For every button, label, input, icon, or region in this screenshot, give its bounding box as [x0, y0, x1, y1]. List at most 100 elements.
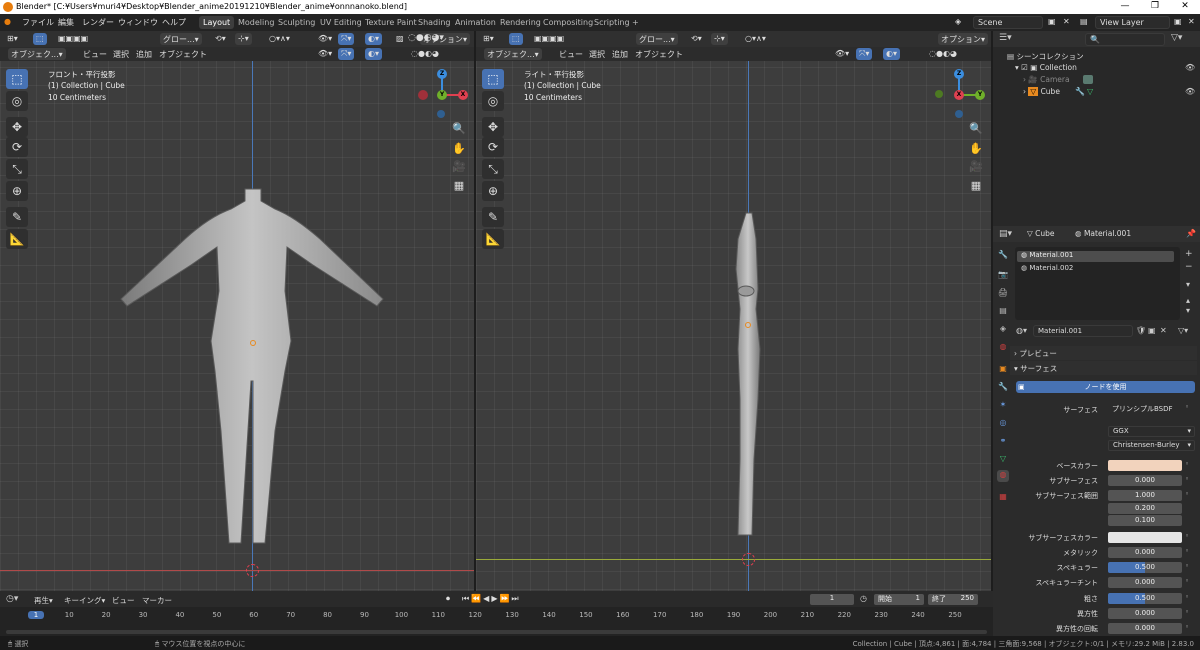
particles-tab-icon[interactable]: ✶	[997, 400, 1009, 412]
menu-help[interactable]: ヘルプ	[162, 17, 186, 28]
solid-shading-icon[interactable]: ◌●◐◕	[408, 48, 442, 60]
select-menu-right[interactable]: 選択	[586, 48, 608, 60]
select-menu[interactable]: 選択	[110, 48, 132, 60]
tool-annotate-icon-right[interactable]: ✎	[482, 207, 504, 227]
menu-window[interactable]: ウィンドウ	[118, 17, 158, 28]
outliner-item-camera[interactable]: › 🎥 Camera	[1023, 75, 1070, 84]
tool-cursor-icon-right[interactable]: ◎	[482, 91, 504, 111]
perspective-grid-icon[interactable]: ▦	[451, 178, 467, 194]
snap-icon-right[interactable]: ⊹▾	[711, 33, 728, 45]
gizmo-z-dot-right[interactable]: Z	[954, 69, 964, 79]
use-nodes-button[interactable]: ▣ ノードを使用	[1016, 381, 1195, 393]
camera-view-icon-right[interactable]: 🎥	[968, 159, 984, 175]
property-value-field[interactable]: 0.500	[1108, 562, 1182, 573]
timeline-view-menu[interactable]: ビュー	[112, 595, 135, 606]
object-menu-right[interactable]: オブジェクト	[632, 48, 686, 60]
gizmo-neg-z-dot-right[interactable]	[955, 110, 963, 118]
scene-tab-icon[interactable]: ◈	[997, 324, 1009, 336]
tool-move-icon[interactable]: ✥	[6, 117, 28, 137]
duplicate-material-icon[interactable]: ▣	[1148, 326, 1156, 335]
surface-panel-header[interactable]: ▾ サーフェス	[1010, 361, 1197, 375]
viewport-front[interactable]: ⊞▾ ⬚ ▣▣▣▣ オブジェク... ビュー 選択 追加 オブジェクト グロー.…	[0, 31, 474, 591]
gizmo-y-dot[interactable]: Y	[437, 90, 447, 100]
view-layer-tab-icon[interactable]: ▤	[997, 306, 1009, 318]
add-workspace-button[interactable]: +	[628, 16, 643, 29]
tool-select-box-icon[interactable]: ⬚	[6, 69, 28, 89]
options-dropdown-right[interactable]: オプション▾	[938, 33, 989, 45]
tab-animation[interactable]: Animation	[451, 16, 500, 29]
tool-rotate-icon-right[interactable]: ⟳	[482, 137, 504, 157]
select-mode-icon[interactable]: ⬚	[33, 33, 47, 45]
select-mode-icon-right[interactable]: ⬚	[509, 33, 523, 45]
pan-hand-icon-right[interactable]: ✋	[968, 141, 984, 157]
modifier-tab-icon[interactable]: 🔧	[997, 382, 1009, 394]
select-box-icons[interactable]: ▣▣▣▣	[55, 33, 91, 45]
socket-link-icon[interactable]: ◦	[1185, 608, 1189, 616]
constraints-tab-icon[interactable]: ⚭	[997, 436, 1009, 448]
show-visibility-icon-right[interactable]: 👁▾	[832, 48, 852, 60]
tool-measure-icon[interactable]: 📐	[6, 229, 28, 249]
new-scene-icon[interactable]: ▣	[1048, 17, 1056, 26]
view-menu[interactable]: ビュー	[80, 48, 110, 60]
tab-uv-editing[interactable]: UV Editing	[316, 16, 366, 29]
surface-socket-icon[interactable]: ◦	[1185, 403, 1189, 411]
view-layer-field[interactable]: View Layer	[1095, 16, 1170, 29]
pin-icon[interactable]: 📌	[1186, 229, 1196, 238]
gizmo-x-dot[interactable]: X	[458, 90, 468, 100]
output-tab-icon[interactable]: 🖨	[997, 288, 1009, 300]
move-slot-down-icon[interactable]: ▾	[1186, 306, 1190, 315]
outliner-editor-icon[interactable]: ☰▾	[999, 33, 1012, 43]
socket-link-icon[interactable]: ◦	[1185, 460, 1189, 468]
viewport-right[interactable]: ⊞▾ ⬚ ▣▣▣▣ グロー...▾ ⟲▾ ⊹▾ ○▾∧▾ オプション▾ オブジェ…	[476, 31, 991, 591]
tab-texture-paint[interactable]: Texture Paint	[361, 16, 421, 29]
render-tab-icon[interactable]: 📷	[997, 270, 1009, 282]
tool-cursor-icon[interactable]: ◎	[6, 91, 28, 111]
subsurface-method-dropdown[interactable]: Christensen-Burley ▾	[1108, 440, 1195, 451]
character-mesh-front[interactable]	[115, 181, 390, 551]
outliner-item-collection[interactable]: ▾ ☑ ▣ Collection	[1015, 63, 1077, 72]
visibility-icon[interactable]: 👁▾	[315, 33, 335, 45]
add-menu-right[interactable]: 追加	[609, 48, 631, 60]
socket-link-icon[interactable]: ◦	[1185, 623, 1189, 631]
tool-annotate-icon[interactable]: ✎	[6, 207, 28, 227]
browse-material-icon[interactable]: ◍▾	[1016, 326, 1027, 335]
property-value-field[interactable]: 0.000	[1108, 623, 1182, 634]
property-value-field[interactable]: 0.000	[1108, 547, 1182, 558]
tab-compositing[interactable]: Compositing	[539, 16, 597, 29]
zoom-icon-right[interactable]: 🔍	[968, 121, 984, 137]
current-frame-field[interactable]: 1	[810, 594, 854, 605]
socket-link-icon[interactable]: ◦	[1185, 593, 1189, 601]
socket-link-icon[interactable]: ◦	[1185, 532, 1189, 540]
data-tab-icon[interactable]: ▽	[997, 454, 1009, 466]
cube-visibility-eye-icon[interactable]: 👁	[1185, 87, 1195, 96]
physics-tab-icon[interactable]: ◎	[997, 418, 1009, 430]
tab-sculpting[interactable]: Sculpting	[274, 16, 319, 29]
tab-modeling[interactable]: Modeling	[234, 16, 278, 29]
record-button[interactable]: ⏺	[446, 594, 450, 604]
gizmo-neg-z-dot[interactable]	[437, 110, 445, 118]
solid-shading-icon-right[interactable]: ◌●◐◕	[926, 48, 960, 60]
timeline-scrollbar[interactable]	[6, 630, 987, 634]
tool-move-icon-right[interactable]: ✥	[482, 117, 504, 137]
editor-type-icon-right[interactable]: ⊞▾	[480, 33, 497, 45]
zoom-icon[interactable]: 🔍	[451, 121, 467, 137]
properties-editor-icon[interactable]: ▤▾	[999, 229, 1012, 239]
unlink-material-icon[interactable]: ✕	[1160, 326, 1167, 335]
keying-menu[interactable]: キーイング▾	[64, 595, 105, 606]
timeline-ruler[interactable]: 1 10 20 30 40 50 60 70 80 90 100 110 120 130 140 150 160…	[0, 609, 993, 623]
show-gizmo-icon[interactable]: ⤧▾	[338, 48, 355, 60]
pan-hand-icon[interactable]: ✋	[451, 141, 467, 157]
socket-link-icon[interactable]: ◦	[1185, 577, 1189, 585]
add-slot-button[interactable]: +	[1185, 249, 1193, 259]
tab-rendering[interactable]: Rendering	[496, 16, 545, 29]
remove-slot-button[interactable]: −	[1185, 262, 1193, 272]
property-value-field[interactable]: 0.000	[1108, 577, 1182, 588]
gizmo-y-dot-right[interactable]: Y	[975, 90, 985, 100]
scene-collection-label[interactable]: ▤ シーンコレクション	[1007, 51, 1084, 62]
tab-layout[interactable]: Layout	[199, 16, 235, 29]
close-button[interactable]: ✕	[1170, 1, 1200, 13]
tool-transform-icon[interactable]: ⊕	[6, 181, 28, 201]
outliner-search-input[interactable]: 🔍	[1085, 33, 1165, 46]
show-overlays-icon-right[interactable]: ◐▾	[883, 48, 900, 60]
minimize-button[interactable]: —	[1110, 1, 1140, 13]
